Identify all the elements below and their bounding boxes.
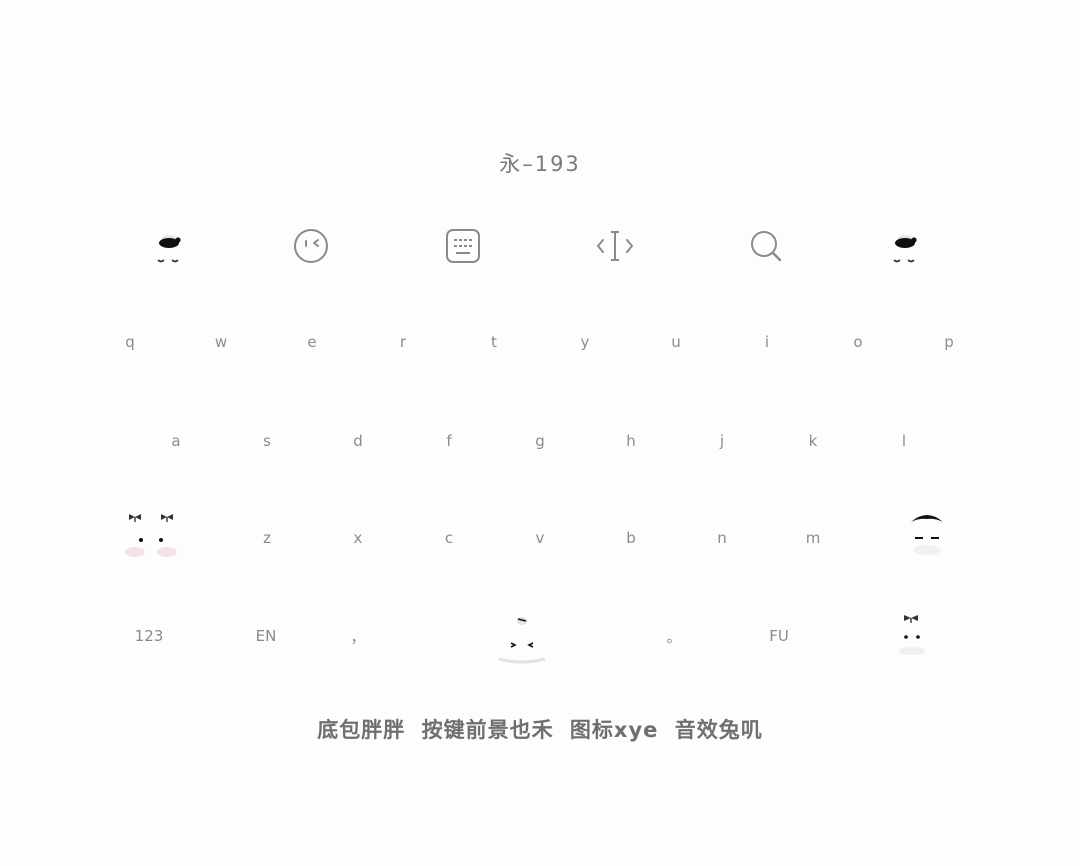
delete-key[interactable] bbox=[892, 508, 962, 568]
search-button[interactable] bbox=[738, 218, 794, 274]
key-u[interactable]: u bbox=[646, 322, 706, 362]
key-t[interactable]: t bbox=[464, 322, 524, 362]
key-o[interactable]: o bbox=[828, 322, 888, 362]
enter-key[interactable] bbox=[877, 608, 947, 668]
key-x[interactable]: x bbox=[328, 518, 388, 558]
key-q[interactable]: q bbox=[100, 322, 160, 362]
mascot-bow-icon bbox=[898, 615, 926, 655]
period-key[interactable]: 。 bbox=[644, 616, 704, 656]
key-p[interactable]: p bbox=[919, 322, 979, 362]
key-m[interactable]: m bbox=[783, 518, 843, 558]
mascot-bun-icon bbox=[893, 235, 917, 263]
keyboard-switch-button[interactable] bbox=[435, 218, 491, 274]
emoji-button[interactable] bbox=[283, 218, 339, 274]
fu-key[interactable]: FU bbox=[749, 616, 809, 656]
mascot-bow-icon bbox=[125, 514, 177, 557]
space-key[interactable] bbox=[487, 610, 557, 670]
comma-key[interactable]: ， bbox=[328, 616, 388, 656]
key-e[interactable]: e bbox=[282, 322, 342, 362]
key-k[interactable]: k bbox=[783, 421, 843, 461]
key-l[interactable]: l bbox=[874, 421, 934, 461]
mascot-space-icon bbox=[498, 617, 546, 664]
key-g[interactable]: g bbox=[510, 421, 570, 461]
key-r[interactable]: r bbox=[373, 322, 433, 362]
search-icon bbox=[751, 231, 782, 262]
keyboard-toolbar bbox=[0, 218, 1080, 274]
key-s[interactable]: s bbox=[237, 421, 297, 461]
key-b[interactable]: b bbox=[601, 518, 661, 558]
key-i[interactable]: i bbox=[737, 322, 797, 362]
key-n[interactable]: n bbox=[692, 518, 752, 558]
key-v[interactable]: v bbox=[510, 518, 570, 558]
key-f[interactable]: f bbox=[419, 421, 479, 461]
language-key[interactable]: EN bbox=[236, 616, 296, 656]
key-y[interactable]: y bbox=[555, 322, 615, 362]
shift-key[interactable] bbox=[118, 508, 188, 568]
key-a[interactable]: a bbox=[146, 421, 206, 461]
cursor-move-button[interactable] bbox=[587, 218, 643, 274]
text-cursor-icon bbox=[596, 231, 634, 261]
theme-credits: 底包胖胖 按键前景也禾 图标xye 音效兔叽 bbox=[317, 718, 763, 742]
key-row-bottom: 123 EN ， 。 FU bbox=[0, 615, 1080, 664]
mascot-left-button[interactable] bbox=[142, 218, 198, 274]
mascot-right-button[interactable] bbox=[878, 218, 934, 274]
mascot-hair-icon bbox=[911, 515, 943, 555]
mascot-bun-icon bbox=[157, 235, 181, 263]
key-row-1: q w e r t y u i o p bbox=[0, 322, 1080, 362]
key-row-2: a s d f g h j k l bbox=[0, 421, 1080, 461]
key-row-3: z x c v b n m bbox=[0, 514, 1080, 558]
key-h[interactable]: h bbox=[601, 421, 661, 461]
key-z[interactable]: z bbox=[237, 518, 297, 558]
numbers-key[interactable]: 123 bbox=[119, 616, 179, 656]
key-c[interactable]: c bbox=[419, 518, 479, 558]
theme-title: 永–193 bbox=[499, 152, 581, 176]
key-j[interactable]: j bbox=[692, 421, 752, 461]
key-w[interactable]: w bbox=[191, 322, 251, 362]
key-d[interactable]: d bbox=[328, 421, 388, 461]
wink-face-icon bbox=[294, 229, 328, 263]
keyboard-icon bbox=[446, 229, 480, 263]
